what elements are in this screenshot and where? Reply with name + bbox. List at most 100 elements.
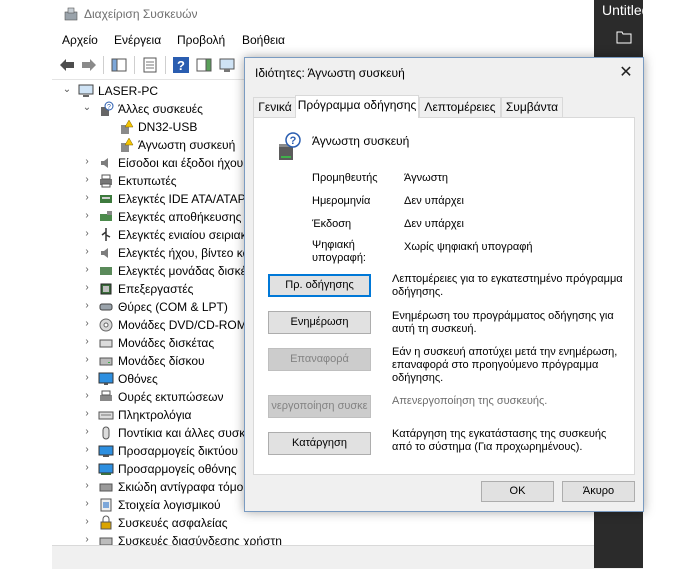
chevron-right-icon[interactable]: › — [82, 210, 92, 222]
tree-item[interactable]: › Ελεγκτές ήχου, βίντεο και παιχνιδιών — [52, 244, 313, 262]
chevron-right-icon[interactable]: › — [82, 156, 92, 168]
chevron-right-icon[interactable]: › — [82, 408, 92, 420]
chevron-right-icon[interactable]: › — [82, 480, 92, 492]
keyboard-icon — [98, 411, 114, 420]
software-component-icon — [100, 498, 112, 512]
device-name: Άγνωστη συσκευή — [312, 134, 410, 148]
driver-details-button[interactable]: Πρ. οδήγησης — [268, 274, 371, 297]
tree-item[interactable]: › Ελεγκτές ενιαίου σειριακού διαύλου — [52, 226, 305, 244]
chevron-right-icon[interactable]: › — [82, 246, 92, 258]
chevron-down-icon[interactable]: ⌄ — [62, 84, 72, 96]
speaker-icon — [101, 248, 108, 258]
volume-icon — [99, 483, 113, 492]
status-bar — [52, 545, 643, 569]
chevron-right-icon[interactable]: › — [82, 192, 92, 204]
uninstall-device-button[interactable]: Κατάργηση — [268, 432, 371, 455]
background-app-title[interactable]: Untitled — [602, 2, 649, 18]
tree-item[interactable]: › Προσαρμογείς οθόνης — [52, 460, 252, 478]
tree-item[interactable]: › Θύρες (COM & LPT) — [52, 298, 252, 316]
tree-item[interactable]: ⌄ LASER-PC — [52, 82, 252, 100]
tree-item[interactable]: DN32-USB — [52, 118, 252, 136]
tree-item-label: Συσκευές ασφαλείας — [118, 516, 228, 530]
chevron-right-icon[interactable]: › — [82, 282, 92, 294]
chevron-right-icon[interactable]: › — [82, 444, 92, 456]
tree-item[interactable]: › Είσοδοι και έξοδοι ήχου — [52, 154, 252, 172]
chevron-right-icon[interactable]: › — [82, 174, 92, 186]
tab-events[interactable]: Συμβάντα — [501, 97, 563, 117]
mouse-icon — [102, 426, 110, 440]
tree-item[interactable]: › Ελεγκτές μονάδας δισκέτας — [52, 262, 263, 280]
update-driver-button[interactable]: Ενημέρωση — [268, 311, 371, 334]
tree-item[interactable]: Άγνωστη συσκευή — [52, 136, 252, 154]
tree-item[interactable]: › Συσκευές ασφαλείας — [52, 514, 252, 532]
tree-item[interactable]: › Επεξεργαστές — [52, 280, 252, 298]
printer-icon — [100, 174, 112, 188]
chevron-right-icon[interactable]: › — [82, 228, 92, 240]
svg-text:?: ? — [177, 58, 185, 73]
tree-item-label: LASER-PC — [98, 84, 159, 98]
chevron-right-icon[interactable]: › — [82, 462, 92, 474]
tree-item[interactable]: › Πληκτρολόγια — [52, 406, 252, 424]
close-icon[interactable]: ✕ — [615, 62, 637, 84]
scan-hardware-icon[interactable] — [218, 56, 236, 74]
tab-general[interactable]: Γενικά — [253, 97, 297, 117]
tree-item[interactable]: › Σκιώδη αντίγραφα τόμου — [52, 478, 252, 496]
chevron-right-icon[interactable]: › — [82, 498, 92, 510]
tree-item[interactable]: ⌄? Άλλες συσκευές — [52, 100, 252, 118]
help-icon[interactable]: ? — [172, 56, 190, 74]
property-value: Χωρίς ψηφιακή υπογραφή — [404, 241, 533, 253]
menu-file[interactable]: Αρχείο — [62, 33, 98, 47]
tree-item[interactable]: › Μονάδες δίσκου — [52, 352, 252, 370]
show-hide-console-tree-icon[interactable] — [110, 56, 128, 74]
title-bar[interactable]: Διαχείριση Συσκευών — [52, 0, 643, 30]
tab-driver[interactable]: Πρόγραμμα οδήγησης — [295, 95, 419, 118]
tree-item-label: Θύρες (COM & LPT) — [118, 300, 228, 314]
chevron-right-icon[interactable]: › — [82, 426, 92, 438]
monitor-icon — [98, 372, 114, 385]
tree-item[interactable]: › Μονάδες DVD/CD-ROM — [52, 316, 252, 334]
tree-item[interactable]: › Προσαρμογείς δικτύου — [52, 442, 252, 460]
action-pane-icon[interactable] — [195, 56, 213, 74]
chevron-right-icon[interactable]: › — [82, 354, 92, 366]
tree-item[interactable]: › Οθόνες — [52, 370, 252, 388]
usb-icon — [101, 228, 111, 241]
tree-item[interactable]: › Ουρές εκτυπώσεων — [52, 388, 252, 406]
chevron-right-icon[interactable]: › — [82, 336, 92, 348]
chevron-right-icon[interactable]: › — [82, 318, 92, 330]
tree-item[interactable]: › Στοιχεία λογισμικού — [52, 496, 252, 514]
back-arrow-icon[interactable] — [58, 56, 76, 74]
uninstall-device-description: Κατάργηση της εγκατάστασης της συσκευής … — [392, 428, 607, 453]
tree-item[interactable]: › Εκτυπωτές — [52, 172, 252, 190]
unknown-device-warning-icon — [121, 119, 134, 134]
ide-controller-icon — [100, 195, 112, 203]
cancel-button[interactable]: Άκυρο — [562, 481, 635, 502]
menu-view[interactable]: Προβολή — [177, 33, 225, 47]
tree-item-label: Μονάδες δίσκου — [118, 354, 205, 368]
tree-item[interactable]: › Ελεγκτές IDE ATA/ATAPI — [52, 190, 252, 208]
chevron-right-icon[interactable]: › — [82, 264, 92, 276]
dvd-drive-icon — [99, 318, 113, 332]
forward-arrow-icon[interactable] — [80, 56, 98, 74]
disable-device-button[interactable]: νεργοποίηση συσκε — [268, 395, 371, 418]
menu-bar: Αρχείο Ενέργεια Προβολή Βοήθεια — [52, 30, 643, 50]
folder-icon[interactable] — [616, 30, 632, 44]
tree-item-label: Ελεγκτές μονάδας δισκέτας — [118, 264, 264, 278]
roll-back-driver-button[interactable]: Επαναφορά — [268, 348, 371, 371]
property-label: Ψηφιακή υπογραφή: — [312, 239, 366, 264]
menu-action[interactable]: Ενέργεια — [114, 33, 161, 47]
network-adapter-icon — [98, 445, 114, 457]
ok-button[interactable]: OK — [481, 481, 554, 502]
tab-details[interactable]: Λεπτομέρειες — [419, 97, 501, 117]
chevron-right-icon[interactable]: › — [82, 300, 92, 312]
chevron-down-icon[interactable]: ⌄ — [82, 102, 92, 114]
menu-help[interactable]: Βοήθεια — [242, 33, 285, 47]
property-label: Έκδοση — [312, 218, 352, 230]
chevron-right-icon[interactable]: › — [82, 390, 92, 402]
chevron-right-icon[interactable]: › — [82, 372, 92, 384]
properties-icon[interactable] — [141, 56, 159, 74]
tree-item[interactable]: › Μονάδες δισκέτας — [52, 334, 252, 352]
processor-icon — [100, 283, 112, 295]
tree-item[interactable]: › Ελεγκτές αποθήκευσης — [52, 208, 252, 226]
tree-item[interactable]: › Ποντίκια και άλλες συσκευές κατάδειξης — [52, 424, 328, 442]
chevron-right-icon[interactable]: › — [82, 516, 92, 528]
